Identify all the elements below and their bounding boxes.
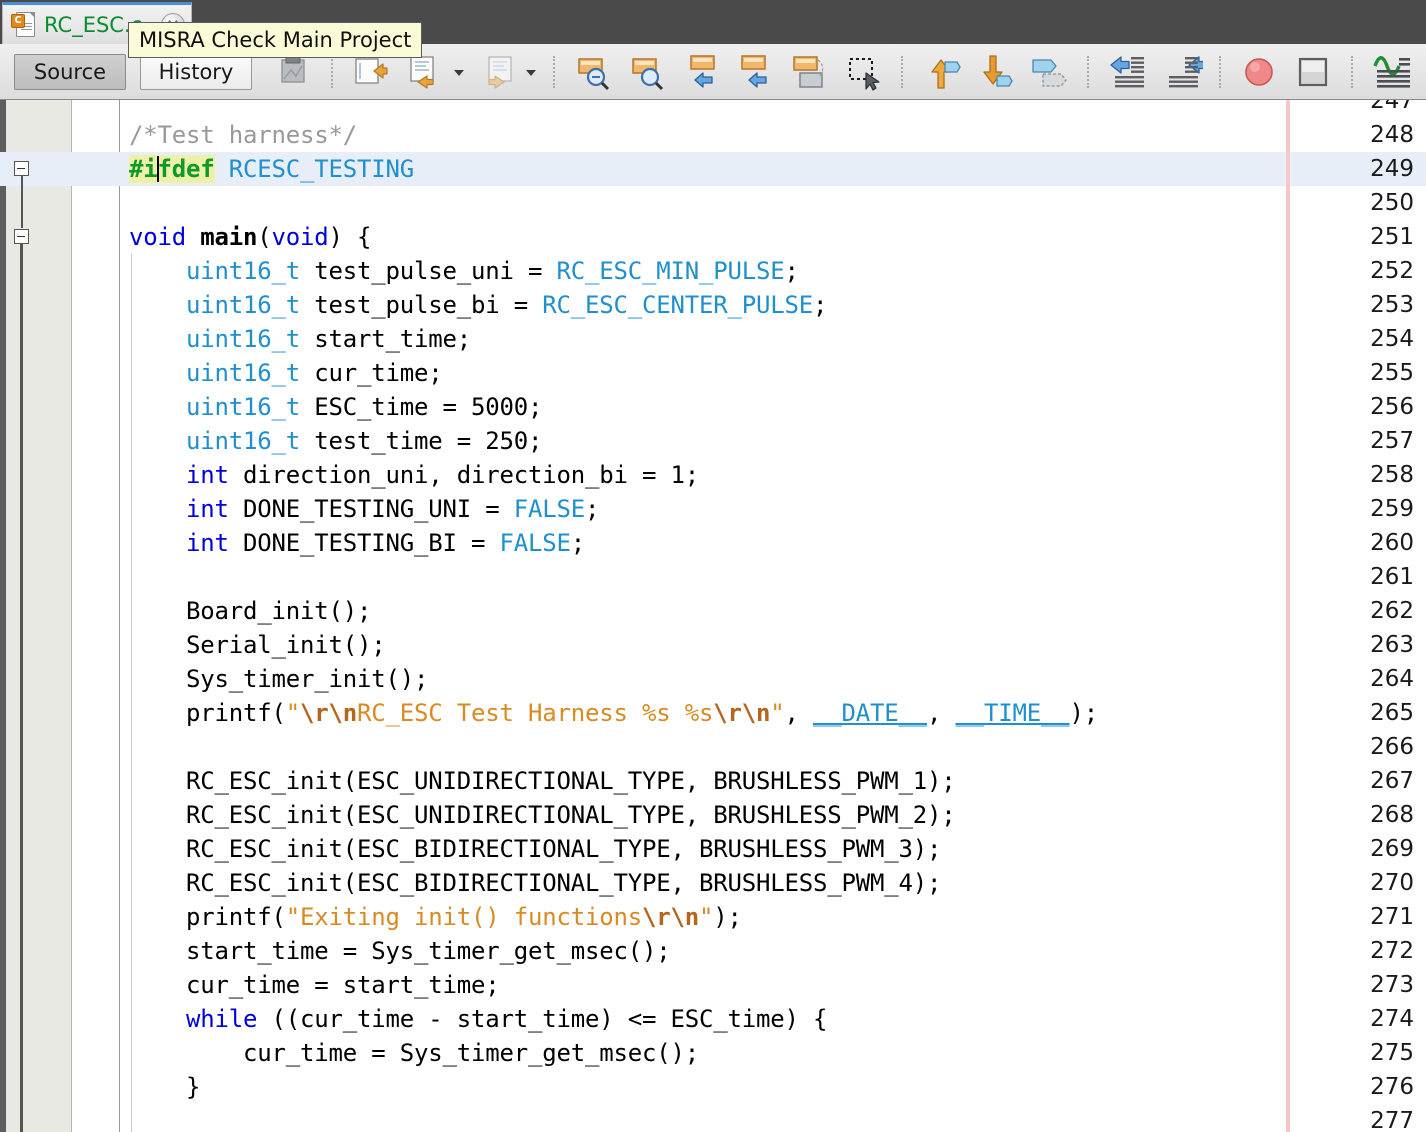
code-line-248: /*Test harness*/ xyxy=(129,121,357,149)
shift-right-icon[interactable] xyxy=(1159,52,1203,92)
upload-tag-icon[interactable] xyxy=(919,52,963,92)
code-line-256: uint16_t ESC_time = 5000; xyxy=(186,393,543,421)
c-file-badge: C xyxy=(11,13,25,28)
code-line-273: cur_time = start_time; xyxy=(129,971,500,999)
toolbar-separator-3 xyxy=(901,55,903,88)
tab-source-label: Source xyxy=(33,59,107,84)
code-line-263: Serial_init(); xyxy=(129,631,386,659)
zoom-out-icon[interactable] xyxy=(571,52,615,92)
step-forward-icon[interactable] xyxy=(733,52,777,92)
tab-source[interactable]: Source xyxy=(14,53,126,90)
back-navigate-dropdown-icon[interactable] xyxy=(452,52,466,92)
code-line-270: RC_ESC_init(ESC_BIDIRECTIONAL_TYPE, BRUS… xyxy=(129,869,942,897)
download-tag-icon[interactable] xyxy=(973,52,1017,92)
tab-history-label: History xyxy=(158,59,234,84)
toolbar-separator-5 xyxy=(1219,55,1221,88)
code-line-251: void main(void) { xyxy=(129,223,372,251)
record-macro-icon[interactable] xyxy=(1237,52,1281,92)
code-line-272: start_time = Sys_timer_get_msec(); xyxy=(129,937,671,965)
code-line-257: uint16_t test_time = 250; xyxy=(186,427,543,455)
code-line-264: Sys_timer_init(); xyxy=(129,665,429,693)
code-line-260: int DONE_TESTING_BI = FALSE; xyxy=(186,529,585,557)
right-margin-line xyxy=(1286,100,1290,1132)
code-editor[interactable]: 247 248 249 250 251 252 253 254 255 256 … xyxy=(0,100,1426,1132)
code-line-254: uint16_t start_time; xyxy=(186,325,471,353)
c-file-icon: C xyxy=(11,10,37,40)
toolbar-separator-4 xyxy=(1087,55,1089,88)
tooltip-misra-check: MISRA Check Main Project xyxy=(128,22,423,58)
code-line-255: uint16_t cur_time; xyxy=(186,359,443,387)
code-lines: /*Test harness*/ #ifdef RCESC_TESTING vo… xyxy=(121,100,1426,1132)
ide-window: C RC_ESC.c Source History MISRA Check Ma… xyxy=(0,0,1426,1132)
forward-navigate-dropdown-icon[interactable] xyxy=(524,52,538,92)
code-line-275: cur_time = Sys_timer_get_msec(); xyxy=(129,1039,699,1067)
tab-history[interactable]: History xyxy=(140,53,252,90)
code-line-252: uint16_t test_pulse_uni = RC_ESC_MIN_PUL… xyxy=(186,257,799,285)
toolbar-separator-1 xyxy=(331,55,333,88)
toolbar-separator-6 xyxy=(1351,55,1353,88)
select-region-icon[interactable] xyxy=(841,52,885,92)
code-line-269: RC_ESC_init(ESC_BIDIRECTIONAL_TYPE, BRUS… xyxy=(129,835,942,863)
tooltip-text: MISRA Check Main Project xyxy=(139,28,412,52)
forward-navigate-icon[interactable] xyxy=(475,52,519,92)
code-line-253: uint16_t test_pulse_bi = RC_ESC_CENTER_P… xyxy=(186,291,828,319)
copy-tag-icon[interactable] xyxy=(1027,52,1071,92)
code-line-271: printf("Exiting init() functions\r\n"); xyxy=(129,903,742,933)
step-back-icon[interactable] xyxy=(679,52,723,92)
code-line-274: while ((cur_time - start_time) <= ESC_ti… xyxy=(186,1005,828,1033)
window-group-icon[interactable] xyxy=(787,52,831,92)
code-line-267: RC_ESC_init(ESC_UNIDIRECTIONAL_TYPE, BRU… xyxy=(129,767,956,795)
profile-icon[interactable] xyxy=(1369,52,1413,92)
code-line-276: } xyxy=(129,1073,201,1101)
stop-icon[interactable] xyxy=(1291,52,1335,92)
code-line-265: printf("\r\nRC_ESC Test Harness %s %s\r\… xyxy=(129,699,1098,727)
zoom-in-icon[interactable] xyxy=(625,52,669,92)
toolbar-separator-2 xyxy=(553,55,555,88)
code-line-249: #ifdef RCESC_TESTING xyxy=(129,155,414,183)
code-line-268: RC_ESC_init(ESC_UNIDIRECTIONAL_TYPE, BRU… xyxy=(129,801,956,829)
code-line-262: Board_init(); xyxy=(129,597,372,625)
code-line-259: int DONE_TESTING_UNI = FALSE; xyxy=(186,495,600,523)
shift-left-icon[interactable] xyxy=(1105,52,1149,92)
code-line-258: int direction_uni, direction_bi = 1; xyxy=(186,461,699,489)
